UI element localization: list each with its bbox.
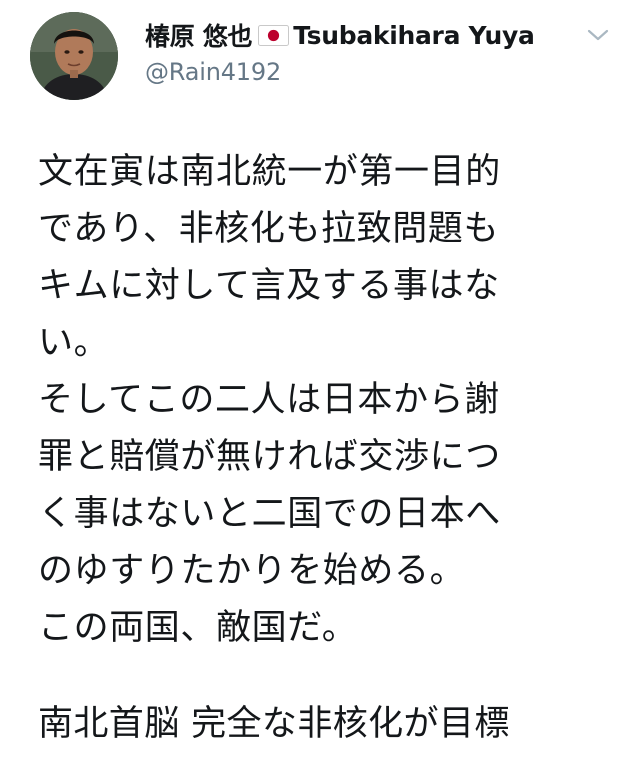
avatar[interactable] — [30, 12, 118, 100]
tweet-text: 文在寅は南北統一が第一目的 であり、非核化も拉致問題も キムに対して言及する事は… — [38, 144, 618, 657]
tweet-header: 椿原 悠也 Tsubakihara Yuya @Rain4192 — [145, 18, 575, 87]
tweet-text-line: く事はないと二国での日本へ — [38, 494, 501, 534]
author-name-latin[interactable]: Tsubakihara Yuya — [293, 21, 535, 50]
author-handle[interactable]: @Rain4192 — [145, 58, 575, 86]
tweet-text-line: 罪と賠償が無ければ交渉につ — [38, 437, 501, 477]
tweet-text-line: 文在寅は南北統一が第一目的 — [38, 152, 501, 192]
author-name-row[interactable]: 椿原 悠也 Tsubakihara Yuya — [145, 18, 575, 52]
tweet-text-line: キムに対して言及する事はな — [38, 266, 500, 306]
chevron-down-icon[interactable] — [585, 26, 611, 44]
tweet-text-line: この両国、敵国だ。 — [38, 608, 358, 648]
user-avatar-icon — [30, 12, 118, 100]
author-name[interactable]: 椿原 悠也 — [145, 17, 253, 53]
tweet-text-line: そしてこの二人は日本から謝 — [38, 380, 500, 420]
tweet-text-line: であり、非核化も拉致問題も — [38, 209, 500, 249]
tweet-text-line: のゆすりたかりを始める。 — [38, 551, 466, 591]
tweet-text-line: い。 — [38, 323, 110, 363]
quoted-headline[interactable]: 南北首脳 完全な非核化が目標 — [38, 696, 628, 753]
tweet: 椿原 悠也 Tsubakihara Yuya @Rain4192 文在寅は南北統… — [0, 0, 639, 768]
japan-flag-icon — [258, 24, 290, 46]
